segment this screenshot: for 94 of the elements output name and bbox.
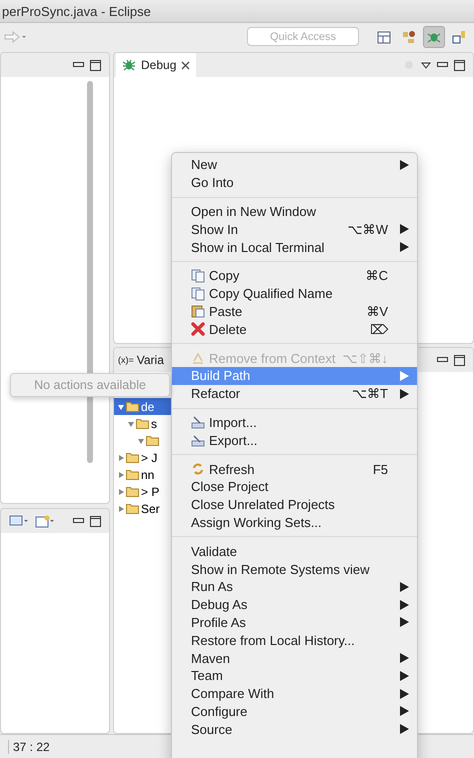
collapsed-arrow-icon[interactable] [118, 454, 124, 460]
menu-item[interactable]: Team [172, 666, 417, 685]
submenu-arrow-icon [400, 617, 409, 628]
menu-item[interactable]: Show In ⌥⌘W [172, 220, 417, 238]
layout-icon [376, 28, 392, 44]
export-icon [191, 433, 205, 448]
menu-item[interactable]: Refresh F5 [172, 460, 417, 478]
copy-icon [191, 286, 205, 301]
maximize-icon[interactable] [90, 60, 101, 70]
menu-item[interactable]: Maven [172, 649, 417, 667]
close-icon[interactable] [181, 60, 190, 70]
folder-icon [126, 469, 139, 480]
remove-icon [191, 351, 205, 366]
menu-item[interactable]: Run As [172, 578, 417, 596]
menu-item[interactable]: Validate [172, 542, 417, 560]
expanded-arrow-icon[interactable] [138, 438, 144, 444]
quick-access-field[interactable]: Quick Access [247, 27, 359, 46]
submenu-arrow-icon [400, 653, 409, 664]
submenu-arrow-icon [400, 600, 409, 610]
collapsed-arrow-icon[interactable] [118, 472, 124, 478]
variables-tab-icon: (x)= [118, 355, 134, 365]
submenu-arrow-icon [400, 160, 409, 170]
submenu-arrow-icon [400, 670, 409, 681]
dropdown-icon[interactable] [421, 62, 431, 68]
menu-item[interactable]: Delete ⌦ [172, 320, 417, 338]
menu-item[interactable]: Show in Remote Systems view [172, 560, 417, 578]
expanded-arrow-icon[interactable] [118, 404, 124, 410]
menu-item[interactable]: Open in New Window [172, 202, 417, 220]
tree-row[interactable]: Ser [114, 500, 172, 517]
minimize-icon[interactable] [73, 518, 84, 524]
folder-icon [126, 401, 139, 412]
submenu-arrow-icon [400, 724, 409, 734]
monitor-icon[interactable] [9, 514, 29, 528]
menu-item[interactable]: Debug As [172, 596, 417, 614]
menu-item[interactable]: New [172, 156, 417, 174]
tooltip: No actions available [10, 373, 170, 397]
menu-item[interactable]: Close Unrelated Projects [172, 496, 417, 514]
menu-item[interactable]: Show in Local Terminal [172, 238, 417, 256]
new-window-icon[interactable] [35, 514, 55, 528]
menu-item[interactable]: Assign Working Sets... [172, 514, 417, 532]
perspective-button[interactable] [423, 26, 445, 48]
submenu-arrow-icon [400, 582, 409, 592]
submenu-arrow-icon [400, 242, 409, 252]
tree-row[interactable]: nn [114, 466, 172, 483]
import-icon [191, 415, 205, 430]
delete-icon [191, 322, 205, 336]
menu-item[interactable]: Go Into [172, 174, 417, 192]
shapes-icon [401, 28, 417, 44]
folder-icon [146, 435, 159, 446]
refresh-icon [191, 462, 205, 476]
menu-item[interactable]: Restore from Local History... [172, 631, 417, 650]
collapsed-arrow-icon[interactable] [118, 488, 124, 494]
tab-label: Debug [141, 58, 176, 72]
cursor-position: 37 : 22 [8, 740, 50, 754]
menu-item[interactable]: Compare With [172, 684, 417, 703]
menu-item[interactable]: Source [172, 720, 417, 738]
minimize-icon[interactable] [437, 62, 448, 68]
menu-item[interactable]: Copy Qualified Name [172, 284, 417, 303]
menu-item[interactable]: Configure [172, 702, 417, 720]
submenu-arrow-icon [400, 688, 409, 699]
clipboard-icon [191, 304, 205, 318]
submenu-arrow-icon [400, 224, 409, 234]
submenu-arrow-icon [400, 706, 409, 716]
folder-icon [126, 503, 139, 514]
folder-icon [136, 418, 149, 429]
bug-icon [122, 58, 136, 72]
copy-icon [191, 268, 205, 283]
tree-row[interactable]: s [114, 415, 172, 432]
menu-item[interactable]: Export... [172, 431, 417, 450]
window-title: perProSync.java - Eclipse [1, 4, 151, 18]
folder-icon [126, 452, 139, 463]
tab-label: Varia [136, 353, 164, 367]
menu-item[interactable]: Paste ⌘V [172, 302, 417, 320]
tree-row[interactable]: > J [114, 449, 172, 466]
maximize-icon[interactable] [90, 516, 101, 526]
tree-row[interactable]: > P [114, 483, 172, 500]
debug-tab[interactable]: Debug [116, 53, 196, 77]
window-icon [451, 28, 467, 44]
maximize-icon[interactable] [454, 354, 465, 366]
menu-item[interactable]: Close Project [172, 478, 417, 496]
expanded-arrow-icon[interactable] [128, 420, 134, 426]
menu-item[interactable]: Profile As [172, 614, 417, 632]
folder-icon [126, 486, 139, 497]
menu-item[interactable]: Copy ⌘C [172, 266, 417, 285]
submenu-arrow-icon [400, 370, 409, 381]
submenu-arrow-icon [400, 388, 409, 399]
tree-row[interactable]: de [114, 398, 172, 415]
menu-item[interactable]: Refactor ⌥⌘T [172, 384, 417, 403]
minimize-icon[interactable] [73, 62, 84, 68]
minimize-icon[interactable] [437, 357, 448, 363]
menu-item[interactable]: Import... [172, 414, 417, 432]
collapsed-arrow-icon[interactable] [118, 506, 124, 512]
maximize-icon[interactable] [454, 60, 465, 70]
variables-tab[interactable]: (x)= Varia [118, 353, 164, 367]
